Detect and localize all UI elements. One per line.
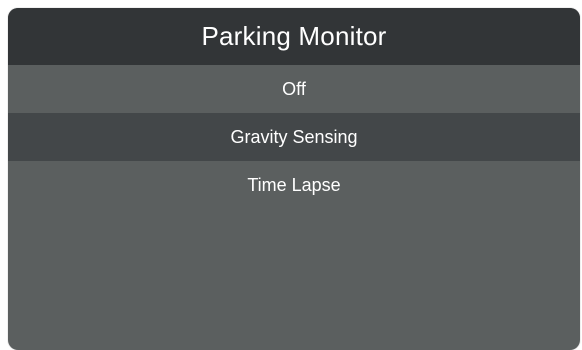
title-bar: Parking Monitor xyxy=(8,8,580,65)
option-label: Time Lapse xyxy=(247,174,341,195)
dialog-title: Parking Monitor xyxy=(201,21,387,51)
option-gravity-sensing[interactable]: Gravity Sensing xyxy=(8,113,580,161)
option-time-lapse[interactable]: Time Lapse xyxy=(8,161,580,209)
parking-monitor-options: Off Gravity Sensing Time Lapse xyxy=(8,65,580,209)
parking-monitor-dialog: Parking Monitor Off Gravity Sensing Time… xyxy=(8,8,580,350)
option-label: Gravity Sensing xyxy=(230,126,358,147)
option-label: Off xyxy=(282,78,306,99)
option-off[interactable]: Off xyxy=(8,65,580,113)
